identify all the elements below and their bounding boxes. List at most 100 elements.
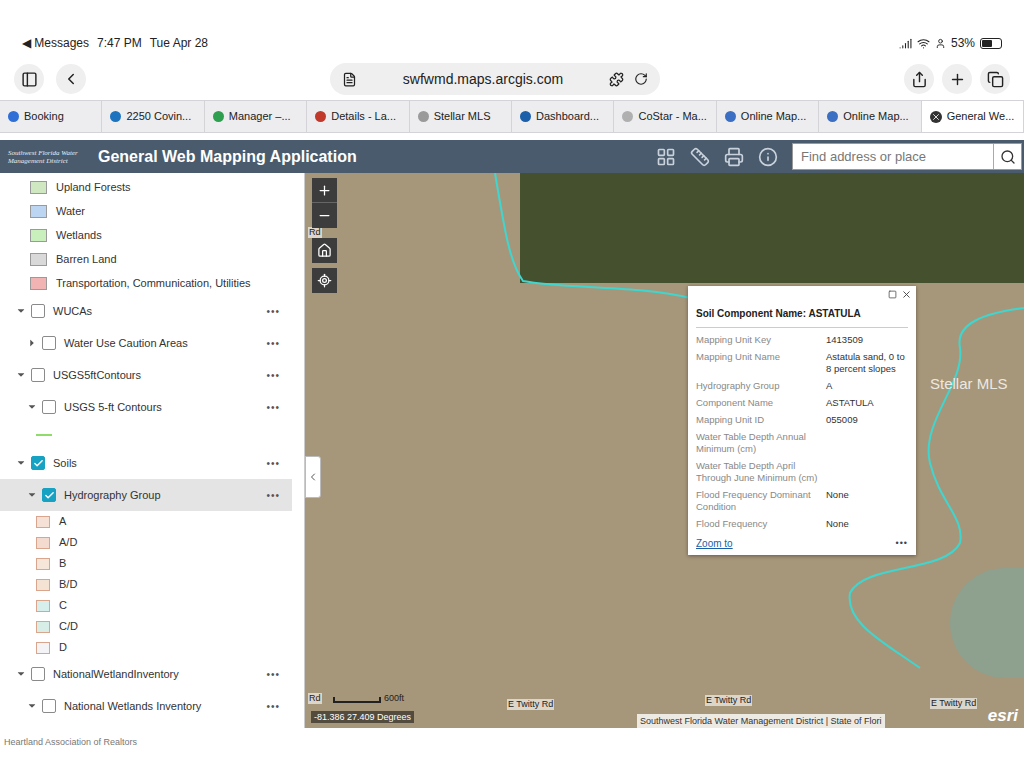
back-icon	[62, 70, 80, 88]
home-button[interactable]	[312, 238, 337, 263]
app-header: Southwest Florida Water Management Distr…	[0, 140, 1024, 173]
grid-icon[interactable]	[656, 147, 676, 167]
legend-item	[0, 423, 304, 447]
zoom-in-button[interactable]	[312, 178, 337, 203]
sidebar-icon	[21, 71, 38, 88]
layer-checkbox[interactable]	[31, 667, 45, 681]
close-icon[interactable]	[901, 289, 912, 300]
map-view[interactable]: RdE Twitty RdE Twitty RdE Twitty RdRdSoi…	[305, 173, 1024, 728]
reader-icon[interactable]	[342, 72, 357, 87]
layer-menu[interactable]: •••	[266, 699, 280, 714]
layer-row[interactable]: Soils•••	[0, 447, 292, 479]
collapse-icon[interactable]	[26, 337, 38, 349]
address-bar[interactable]: swfwmd.maps.arcgis.com	[330, 63, 660, 95]
locate-button[interactable]	[312, 268, 337, 293]
print-icon[interactable]	[724, 147, 744, 167]
browser-tab[interactable]: Details - La...	[307, 101, 409, 132]
browser-tab[interactable]: CoStar - Ma...	[614, 101, 716, 132]
browser-tab[interactable]: Online Map...	[717, 101, 819, 132]
legend-swatch	[36, 642, 50, 654]
home-icon	[317, 243, 332, 258]
panel-collapse-handle[interactable]	[305, 456, 321, 498]
popup-field: Flood Frequency Dominant ConditionNone	[696, 489, 908, 513]
sublayer-row[interactable]: USGS 5-ft Contours•••	[0, 391, 292, 423]
sublayer-row[interactable]: National Wetlands Inventory•••	[0, 690, 292, 722]
person-icon	[935, 38, 946, 49]
popup-field: Mapping Unit NameAstatula sand, 0 to 8 p…	[696, 351, 908, 375]
layer-row[interactable]: USGS5ftContours•••	[0, 359, 292, 391]
toolbar-button[interactable]	[942, 64, 972, 94]
locate-icon	[317, 273, 332, 288]
chevron-left-icon	[307, 471, 319, 483]
expand-icon[interactable]	[15, 369, 27, 381]
ruler-icon[interactable]	[690, 147, 710, 167]
toolbar-button[interactable]	[980, 64, 1010, 94]
layer-menu[interactable]: •••	[266, 336, 280, 351]
expand-icon[interactable]	[15, 668, 27, 680]
popup-menu[interactable]: •••	[896, 537, 908, 551]
plus-icon	[317, 183, 332, 198]
info-icon[interactable]	[758, 147, 778, 167]
browser-tab[interactable]: 2250 Covin...	[102, 101, 204, 132]
layer-checkbox[interactable]	[31, 304, 45, 318]
ipad-screen: ◀ Messages7:47 PMTue Apr 2853%swfwmd.map…	[0, 0, 1024, 768]
zoom-out-button[interactable]	[312, 203, 337, 228]
layer-checkbox[interactable]	[42, 699, 56, 713]
layer-checkbox[interactable]	[42, 488, 56, 502]
close-tab-icon[interactable]	[930, 111, 942, 123]
tabs-icon	[987, 71, 1004, 88]
layer-row[interactable]: WUCAs•••	[0, 295, 292, 327]
browser-tab[interactable]: General We...	[922, 101, 1024, 132]
expand-icon[interactable]	[15, 305, 27, 317]
legend-item: A	[0, 511, 304, 532]
expand-icon[interactable]	[26, 401, 38, 413]
zoom-to-link[interactable]: Zoom to	[696, 536, 733, 551]
browser-tab[interactable]: Manager –...	[205, 101, 307, 132]
reload-icon[interactable]	[634, 72, 648, 86]
browser-tab[interactable]: Stellar MLS	[410, 101, 512, 132]
layer-checkbox[interactable]	[31, 368, 45, 382]
check-icon	[44, 490, 55, 501]
sidebar-button[interactable]	[14, 64, 44, 94]
watermark: Stellar MLS	[930, 373, 1008, 396]
layer-menu[interactable]: •••	[266, 456, 280, 471]
legend-swatch	[30, 253, 47, 266]
popup-field: Water Table Depth Annual Minimum (cm)	[696, 431, 908, 455]
status-bar: ◀ Messages7:47 PMTue Apr 2853%	[0, 0, 1024, 58]
expand-icon[interactable]	[26, 700, 38, 712]
dock-icon[interactable]	[888, 290, 897, 299]
search-box[interactable]: Find address or place	[792, 143, 1022, 170]
signal-icon	[899, 37, 912, 50]
popup-field: Mapping Unit ID055009	[696, 414, 908, 426]
layer-menu[interactable]: •••	[266, 488, 280, 503]
sublayer-row[interactable]: Hydrography Group•••	[0, 479, 292, 511]
layer-menu[interactable]: •••	[266, 667, 280, 682]
back-to-app[interactable]: ◀ Messages	[22, 34, 89, 52]
layer-row[interactable]: NationalWetlandInventory•••	[0, 658, 292, 690]
legend-swatch	[36, 579, 50, 591]
time: 7:47 PM	[97, 34, 142, 52]
layer-checkbox[interactable]	[31, 456, 45, 470]
browser-tab[interactable]: Dashboard...	[512, 101, 614, 132]
esri-logo: esri	[988, 706, 1018, 726]
footer: Heartland Association of Realtors	[0, 728, 1024, 768]
layer-menu[interactable]: •••	[266, 304, 280, 319]
district-logo: Southwest Florida Water Management Distr…	[8, 149, 88, 165]
search-button[interactable]	[993, 144, 1021, 169]
back-button[interactable]	[56, 64, 86, 94]
legend-swatch	[30, 277, 47, 290]
layer-menu[interactable]: •••	[266, 368, 280, 383]
browser-tab[interactable]: Booking	[0, 101, 102, 132]
layer-menu[interactable]: •••	[266, 400, 280, 415]
layer-checkbox[interactable]	[42, 400, 56, 414]
favicon-icon	[213, 111, 224, 122]
toolbar-button[interactable]	[904, 64, 934, 94]
wifi-icon	[917, 37, 930, 50]
expand-icon[interactable]	[15, 457, 27, 469]
sublayer-row[interactable]: Water Use Caution Areas•••	[0, 327, 292, 359]
new-tab-icon	[949, 71, 966, 88]
browser-tab[interactable]: Online Map...	[819, 101, 921, 132]
layer-checkbox[interactable]	[42, 336, 56, 350]
expand-icon[interactable]	[26, 489, 38, 501]
extension-icon[interactable]	[609, 72, 624, 87]
